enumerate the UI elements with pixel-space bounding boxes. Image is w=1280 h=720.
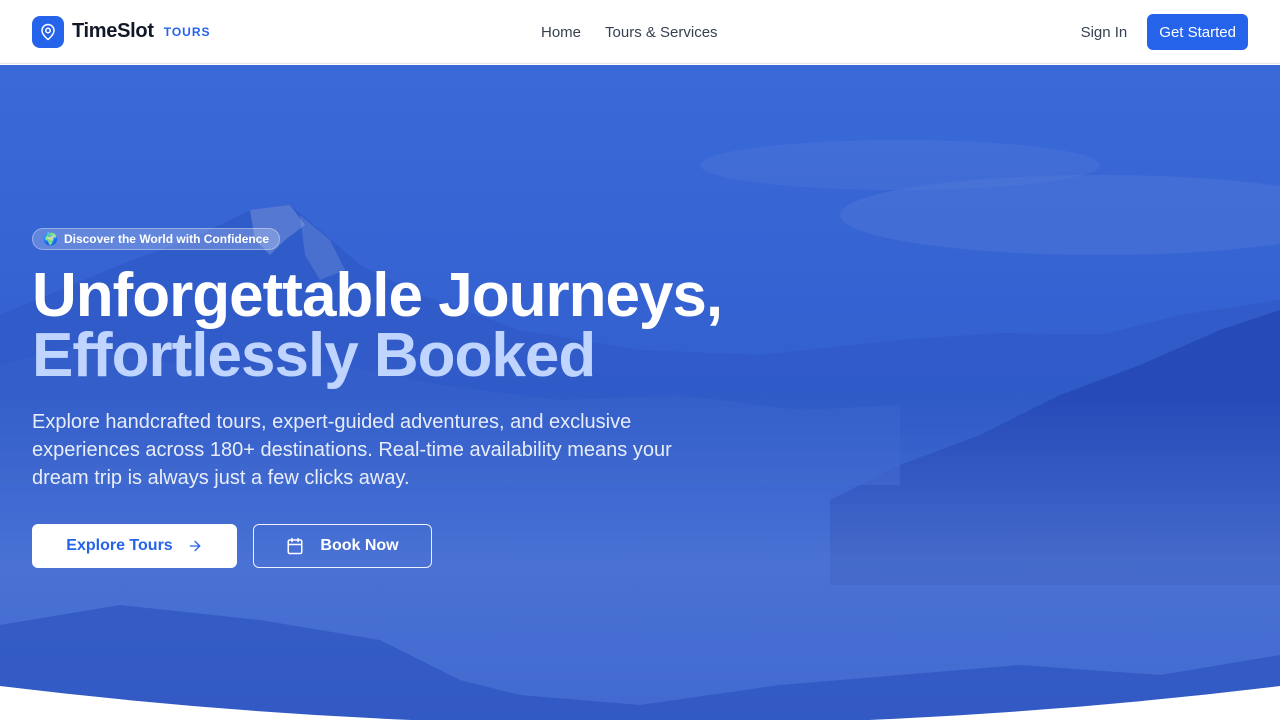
hero-content: 🌍 Discover the World with Confidence Unf… xyxy=(32,228,792,568)
hero-bottom-curve xyxy=(0,686,1280,720)
brand-tag: TOURS xyxy=(163,24,211,39)
hero-headline: Unforgettable Journeys, Effortlessly Boo… xyxy=(32,261,792,390)
get-started-button[interactable]: Get Started xyxy=(1147,14,1248,50)
hero-cta-group: Explore Tours Book Now xyxy=(32,524,792,568)
book-now-label: Book Now xyxy=(320,537,399,554)
header-actions: Sign In Get Started xyxy=(1081,14,1248,50)
brand-name: TimeSlot xyxy=(72,20,154,42)
hero-badge: 🌍 Discover the World with Confidence xyxy=(32,228,281,250)
site-header: TimeSlot TOURS Home Tours & Services Sig… xyxy=(0,0,1280,64)
main-nav: Home Tours & Services xyxy=(541,0,718,64)
book-now-button[interactable]: Book Now xyxy=(253,524,432,568)
sign-in-link[interactable]: Sign In xyxy=(1081,24,1128,41)
arrow-right-icon xyxy=(189,540,201,552)
hero-section: 🌍 Discover the World with Confidence Unf… xyxy=(0,65,1280,720)
map-pin-icon xyxy=(32,15,64,48)
hero-headline-line2: Effortlessly Booked xyxy=(32,321,596,390)
hero-badge-text: Discover the World with Confidence xyxy=(63,232,270,246)
calendar-icon xyxy=(287,537,303,555)
nav-item-home[interactable]: Home xyxy=(541,20,581,45)
hero-subtext: Explore handcrafted tours, expert-guided… xyxy=(32,411,672,489)
globe-icon: 🌍 xyxy=(43,232,58,246)
nav-item-tours-services[interactable]: Tours & Services xyxy=(605,20,718,45)
explore-tours-label: Explore Tours xyxy=(66,537,173,554)
hero-headline-line1: Unforgettable Journeys, xyxy=(32,261,723,330)
brand-logo-link[interactable]: TimeSlot TOURS xyxy=(32,15,211,48)
explore-tours-button[interactable]: Explore Tours xyxy=(32,524,237,568)
